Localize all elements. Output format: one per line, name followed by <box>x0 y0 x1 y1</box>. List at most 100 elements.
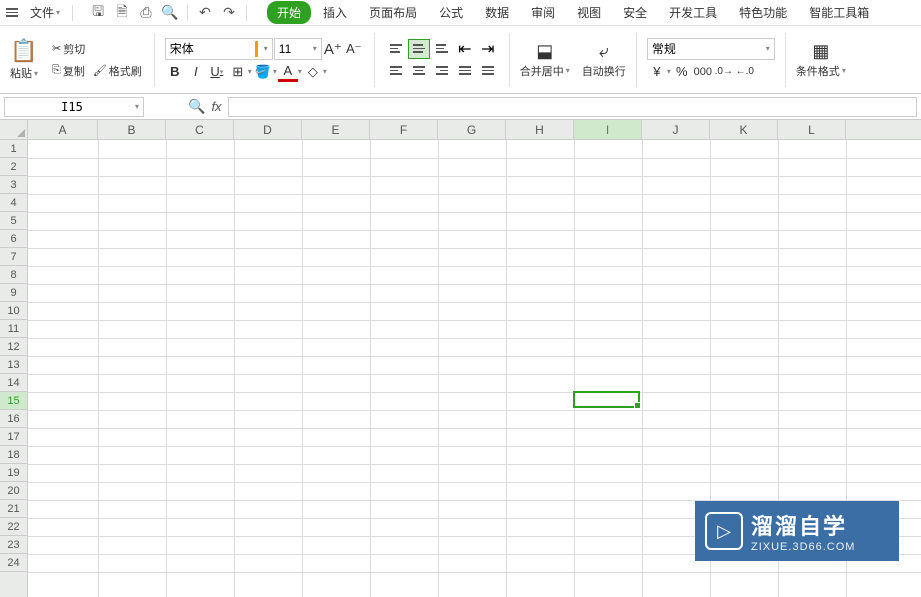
increase-indent-button[interactable]: ⇥ <box>477 39 499 59</box>
font-color-button[interactable]: A▾ <box>278 62 302 82</box>
align-top-button[interactable] <box>385 39 407 59</box>
tab-special[interactable]: 特色功能 <box>729 1 797 24</box>
orange-indicator <box>255 41 258 57</box>
row-header-5[interactable]: 5 <box>0 212 27 230</box>
hamburger-icon[interactable] <box>4 8 20 17</box>
row-header-16[interactable]: 16 <box>0 410 27 428</box>
row-header-2[interactable]: 2 <box>0 158 27 176</box>
underline-button[interactable]: U▾ <box>207 62 227 82</box>
fx-label[interactable]: fx <box>211 99 221 114</box>
row-header-19[interactable]: 19 <box>0 464 27 482</box>
format-painter-button[interactable]: 🖌格式刷 <box>91 61 144 81</box>
fx-search-icon[interactable]: 🔍 <box>188 98 205 115</box>
tab-security[interactable]: 安全 <box>613 1 657 24</box>
row-header-3[interactable]: 3 <box>0 176 27 194</box>
save-as-icon[interactable]: 🗎 <box>113 4 131 22</box>
wrap-text-button[interactable]: ⤶ 自动换行 <box>578 39 630 81</box>
separator <box>154 33 155 87</box>
chevron-down-icon: ▾ <box>34 69 38 78</box>
row-header-15[interactable]: 15 <box>0 392 27 410</box>
col-header-I[interactable]: I <box>574 120 642 139</box>
cut-button[interactable]: ✂剪切 <box>50 39 87 59</box>
row-header-11[interactable]: 11 <box>0 320 27 338</box>
increase-font-button[interactable]: A⁺ <box>323 39 343 59</box>
font-name-select[interactable]: 宋体 ▾ <box>165 38 273 60</box>
col-header-G[interactable]: G <box>438 120 506 139</box>
comma-button[interactable]: 000 <box>693 62 713 82</box>
row-header-18[interactable]: 18 <box>0 446 27 464</box>
bold-button[interactable]: B <box>165 62 185 82</box>
copy-button[interactable]: ⎘复制 <box>50 61 87 81</box>
col-header-B[interactable]: B <box>98 120 166 139</box>
font-size-select[interactable]: 11 ▾ <box>274 38 322 60</box>
paste-button[interactable]: 📋 粘贴▾ <box>6 36 42 83</box>
row-header-10[interactable]: 10 <box>0 302 27 320</box>
percent-button[interactable]: % <box>672 62 692 82</box>
row-header-23[interactable]: 23 <box>0 536 27 554</box>
col-header-L[interactable]: L <box>778 120 846 139</box>
align-middle-button[interactable] <box>408 39 430 59</box>
decrease-decimal-button[interactable]: ←.0 <box>735 62 755 82</box>
tab-data[interactable]: 数据 <box>475 1 519 24</box>
col-header-A[interactable]: A <box>28 120 98 139</box>
row-header-17[interactable]: 17 <box>0 428 27 446</box>
row-header-13[interactable]: 13 <box>0 356 27 374</box>
row-header-14[interactable]: 14 <box>0 374 27 392</box>
align-right-button[interactable] <box>431 61 453 81</box>
row-header-9[interactable]: 9 <box>0 284 27 302</box>
tab-home[interactable]: 开始 <box>267 1 311 24</box>
tab-view[interactable]: 视图 <box>567 1 611 24</box>
conditional-format-button[interactable]: ▦ 条件格式▾ <box>792 39 850 81</box>
col-header-C[interactable]: C <box>166 120 234 139</box>
col-header-J[interactable]: J <box>642 120 710 139</box>
col-header-K[interactable]: K <box>710 120 778 139</box>
decrease-indent-button[interactable]: ⇤ <box>454 39 476 59</box>
row-headers: 123456789101112131415161718192021222324 <box>0 140 28 597</box>
distribute-button[interactable] <box>477 61 499 81</box>
justify-button[interactable] <box>454 61 476 81</box>
align-left-button[interactable] <box>385 61 407 81</box>
decrease-font-button[interactable]: A⁻ <box>344 39 364 59</box>
save-icon[interactable]: 🖫 <box>89 4 107 22</box>
row-header-7[interactable]: 7 <box>0 248 27 266</box>
tab-smart-tools[interactable]: 智能工具箱 <box>799 1 879 24</box>
border-button[interactable]: ⊞▾ <box>228 62 252 82</box>
tab-insert[interactable]: 插入 <box>313 1 357 24</box>
merge-center-button[interactable]: ⬓ 合并居中▾ <box>516 39 574 81</box>
row-header-4[interactable]: 4 <box>0 194 27 212</box>
redo-icon[interactable]: ↷ <box>220 4 238 22</box>
fill-color-button[interactable]: 🪣▾ <box>253 62 277 82</box>
name-box[interactable]: I15 ▾ <box>4 97 144 117</box>
tab-developer[interactable]: 开发工具 <box>659 1 727 24</box>
clear-format-button[interactable]: ◇▾ <box>303 62 327 82</box>
col-header-F[interactable]: F <box>370 120 438 139</box>
row-header-12[interactable]: 12 <box>0 338 27 356</box>
align-center-button[interactable] <box>408 61 430 81</box>
name-box-value: I15 <box>9 100 135 114</box>
align-bottom-button[interactable] <box>431 39 453 59</box>
row-header-6[interactable]: 6 <box>0 230 27 248</box>
currency-button[interactable]: ¥▾ <box>647 62 671 82</box>
tab-formulas[interactable]: 公式 <box>429 1 473 24</box>
formula-input[interactable] <box>228 97 917 117</box>
file-menu[interactable]: 文件 ▾ <box>26 2 64 23</box>
row-header-22[interactable]: 22 <box>0 518 27 536</box>
undo-icon[interactable]: ↶ <box>196 4 214 22</box>
select-all-corner[interactable] <box>0 120 28 140</box>
number-format-select[interactable]: 常规 ▾ <box>647 38 775 60</box>
col-header-H[interactable]: H <box>506 120 574 139</box>
row-header-24[interactable]: 24 <box>0 554 27 572</box>
col-header-D[interactable]: D <box>234 120 302 139</box>
print-icon[interactable]: ⎙ <box>137 4 155 22</box>
tab-review[interactable]: 审阅 <box>521 1 565 24</box>
row-header-8[interactable]: 8 <box>0 266 27 284</box>
row-header-1[interactable]: 1 <box>0 140 27 158</box>
row-header-20[interactable]: 20 <box>0 482 27 500</box>
increase-decimal-button[interactable]: .0→ <box>714 62 734 82</box>
row-header-21[interactable]: 21 <box>0 500 27 518</box>
col-header-E[interactable]: E <box>302 120 370 139</box>
print-preview-icon[interactable]: 🔍 <box>161 4 179 22</box>
paste-label: 粘贴 <box>10 65 32 81</box>
tab-page-layout[interactable]: 页面布局 <box>359 1 427 24</box>
italic-button[interactable]: I <box>186 62 206 82</box>
